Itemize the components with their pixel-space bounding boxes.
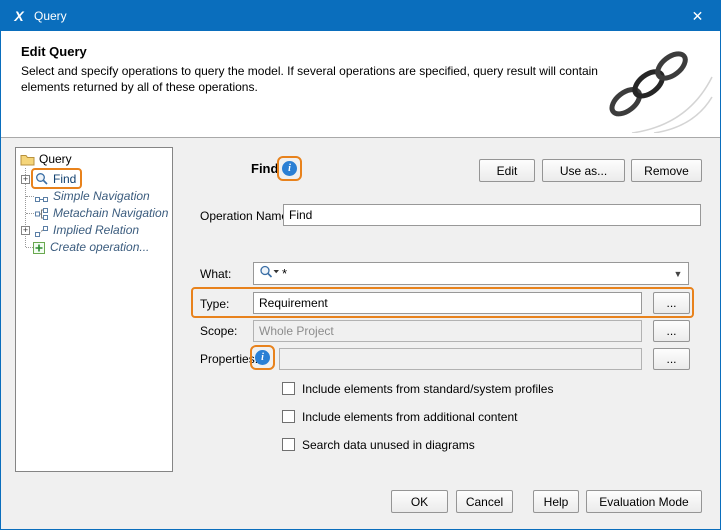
what-combobox[interactable]: * ▼ — [253, 262, 689, 285]
tree-item-implied-relation[interactable]: Implied Relation — [53, 223, 139, 237]
metachain-navigation-icon — [35, 207, 48, 225]
chain-graphic — [588, 35, 714, 138]
operations-tree: Query + Find Simple Navigation Metachain… — [15, 147, 173, 472]
close-icon: ✕ — [692, 8, 704, 25]
checkbox-standard-profiles[interactable] — [282, 382, 295, 395]
tree-item-create-operation[interactable]: Create operation... — [50, 240, 149, 254]
scope-more-button[interactable]: ... — [653, 320, 690, 342]
checkbox-standard-profiles-label: Include elements from standard/system pr… — [302, 382, 553, 396]
use-as-button[interactable]: Use as... — [542, 159, 625, 182]
properties-field[interactable] — [279, 348, 642, 370]
tree-item-simple-navigation[interactable]: Simple Navigation — [53, 189, 150, 203]
what-label: What: — [200, 267, 231, 281]
operation-name-label: Operation Name: — [200, 209, 291, 223]
query-dialog: X Query ✕ Edit Query Select and specify … — [0, 0, 721, 530]
tree-item-query[interactable]: Query — [39, 152, 72, 166]
tree-item-find[interactable]: Find — [53, 172, 76, 186]
type-label: Type: — [200, 297, 229, 311]
type-input[interactable] — [253, 292, 642, 314]
help-button[interactable]: Help — [533, 490, 579, 513]
tree-guide-line — [26, 213, 34, 214]
properties-more-button[interactable]: ... — [653, 348, 690, 370]
cancel-button[interactable]: Cancel — [456, 490, 513, 513]
evaluation-mode-button[interactable]: Evaluation Mode — [586, 490, 702, 513]
checkbox-additional-content-label: Include elements from additional content — [302, 410, 517, 424]
checkbox-unused-data[interactable] — [282, 438, 295, 451]
what-value: * — [282, 266, 287, 281]
create-operation-icon — [33, 241, 45, 259]
tree-item-metachain-navigation[interactable]: Metachain Navigation — [53, 206, 168, 220]
title-bar[interactable]: X Query ✕ — [1, 1, 720, 31]
tree-guide-line — [26, 247, 33, 248]
window-title: Query — [34, 9, 67, 23]
operation-title: Find — [251, 161, 278, 176]
implied-relation-icon — [35, 224, 48, 242]
type-more-button[interactable]: ... — [653, 292, 690, 314]
expand-icon[interactable]: + — [21, 175, 30, 184]
expand-icon[interactable]: + — [21, 226, 30, 235]
close-button[interactable]: ✕ — [675, 1, 720, 31]
remove-button[interactable]: Remove — [631, 159, 702, 182]
properties-label: Properties: — [200, 352, 258, 366]
app-logo-icon: X — [10, 7, 28, 25]
page-title: Edit Query — [21, 44, 87, 59]
tree-guide-line — [26, 196, 34, 197]
edit-button[interactable]: Edit — [479, 159, 535, 182]
info-icon[interactable]: i — [282, 161, 297, 176]
scope-label: Scope: — [200, 324, 237, 338]
description-line-2: elements returned by all of these operat… — [21, 80, 258, 94]
dialog-header: Edit Query Select and specify operations… — [1, 31, 720, 138]
checkbox-unused-data-label: Search data unused in diagrams — [302, 438, 475, 452]
ok-button[interactable]: OK — [391, 490, 448, 513]
info-icon[interactable]: i — [255, 350, 270, 365]
description-line-1: Select and specify operations to query t… — [21, 64, 598, 78]
chevron-down-icon[interactable]: ▼ — [670, 269, 686, 279]
checkbox-additional-content[interactable] — [282, 410, 295, 423]
operation-name-input[interactable] — [283, 204, 701, 226]
search-filter-icon[interactable] — [259, 264, 280, 284]
scope-field[interactable]: Whole Project — [253, 320, 642, 342]
search-icon — [35, 172, 48, 190]
folder-icon — [20, 153, 35, 171]
